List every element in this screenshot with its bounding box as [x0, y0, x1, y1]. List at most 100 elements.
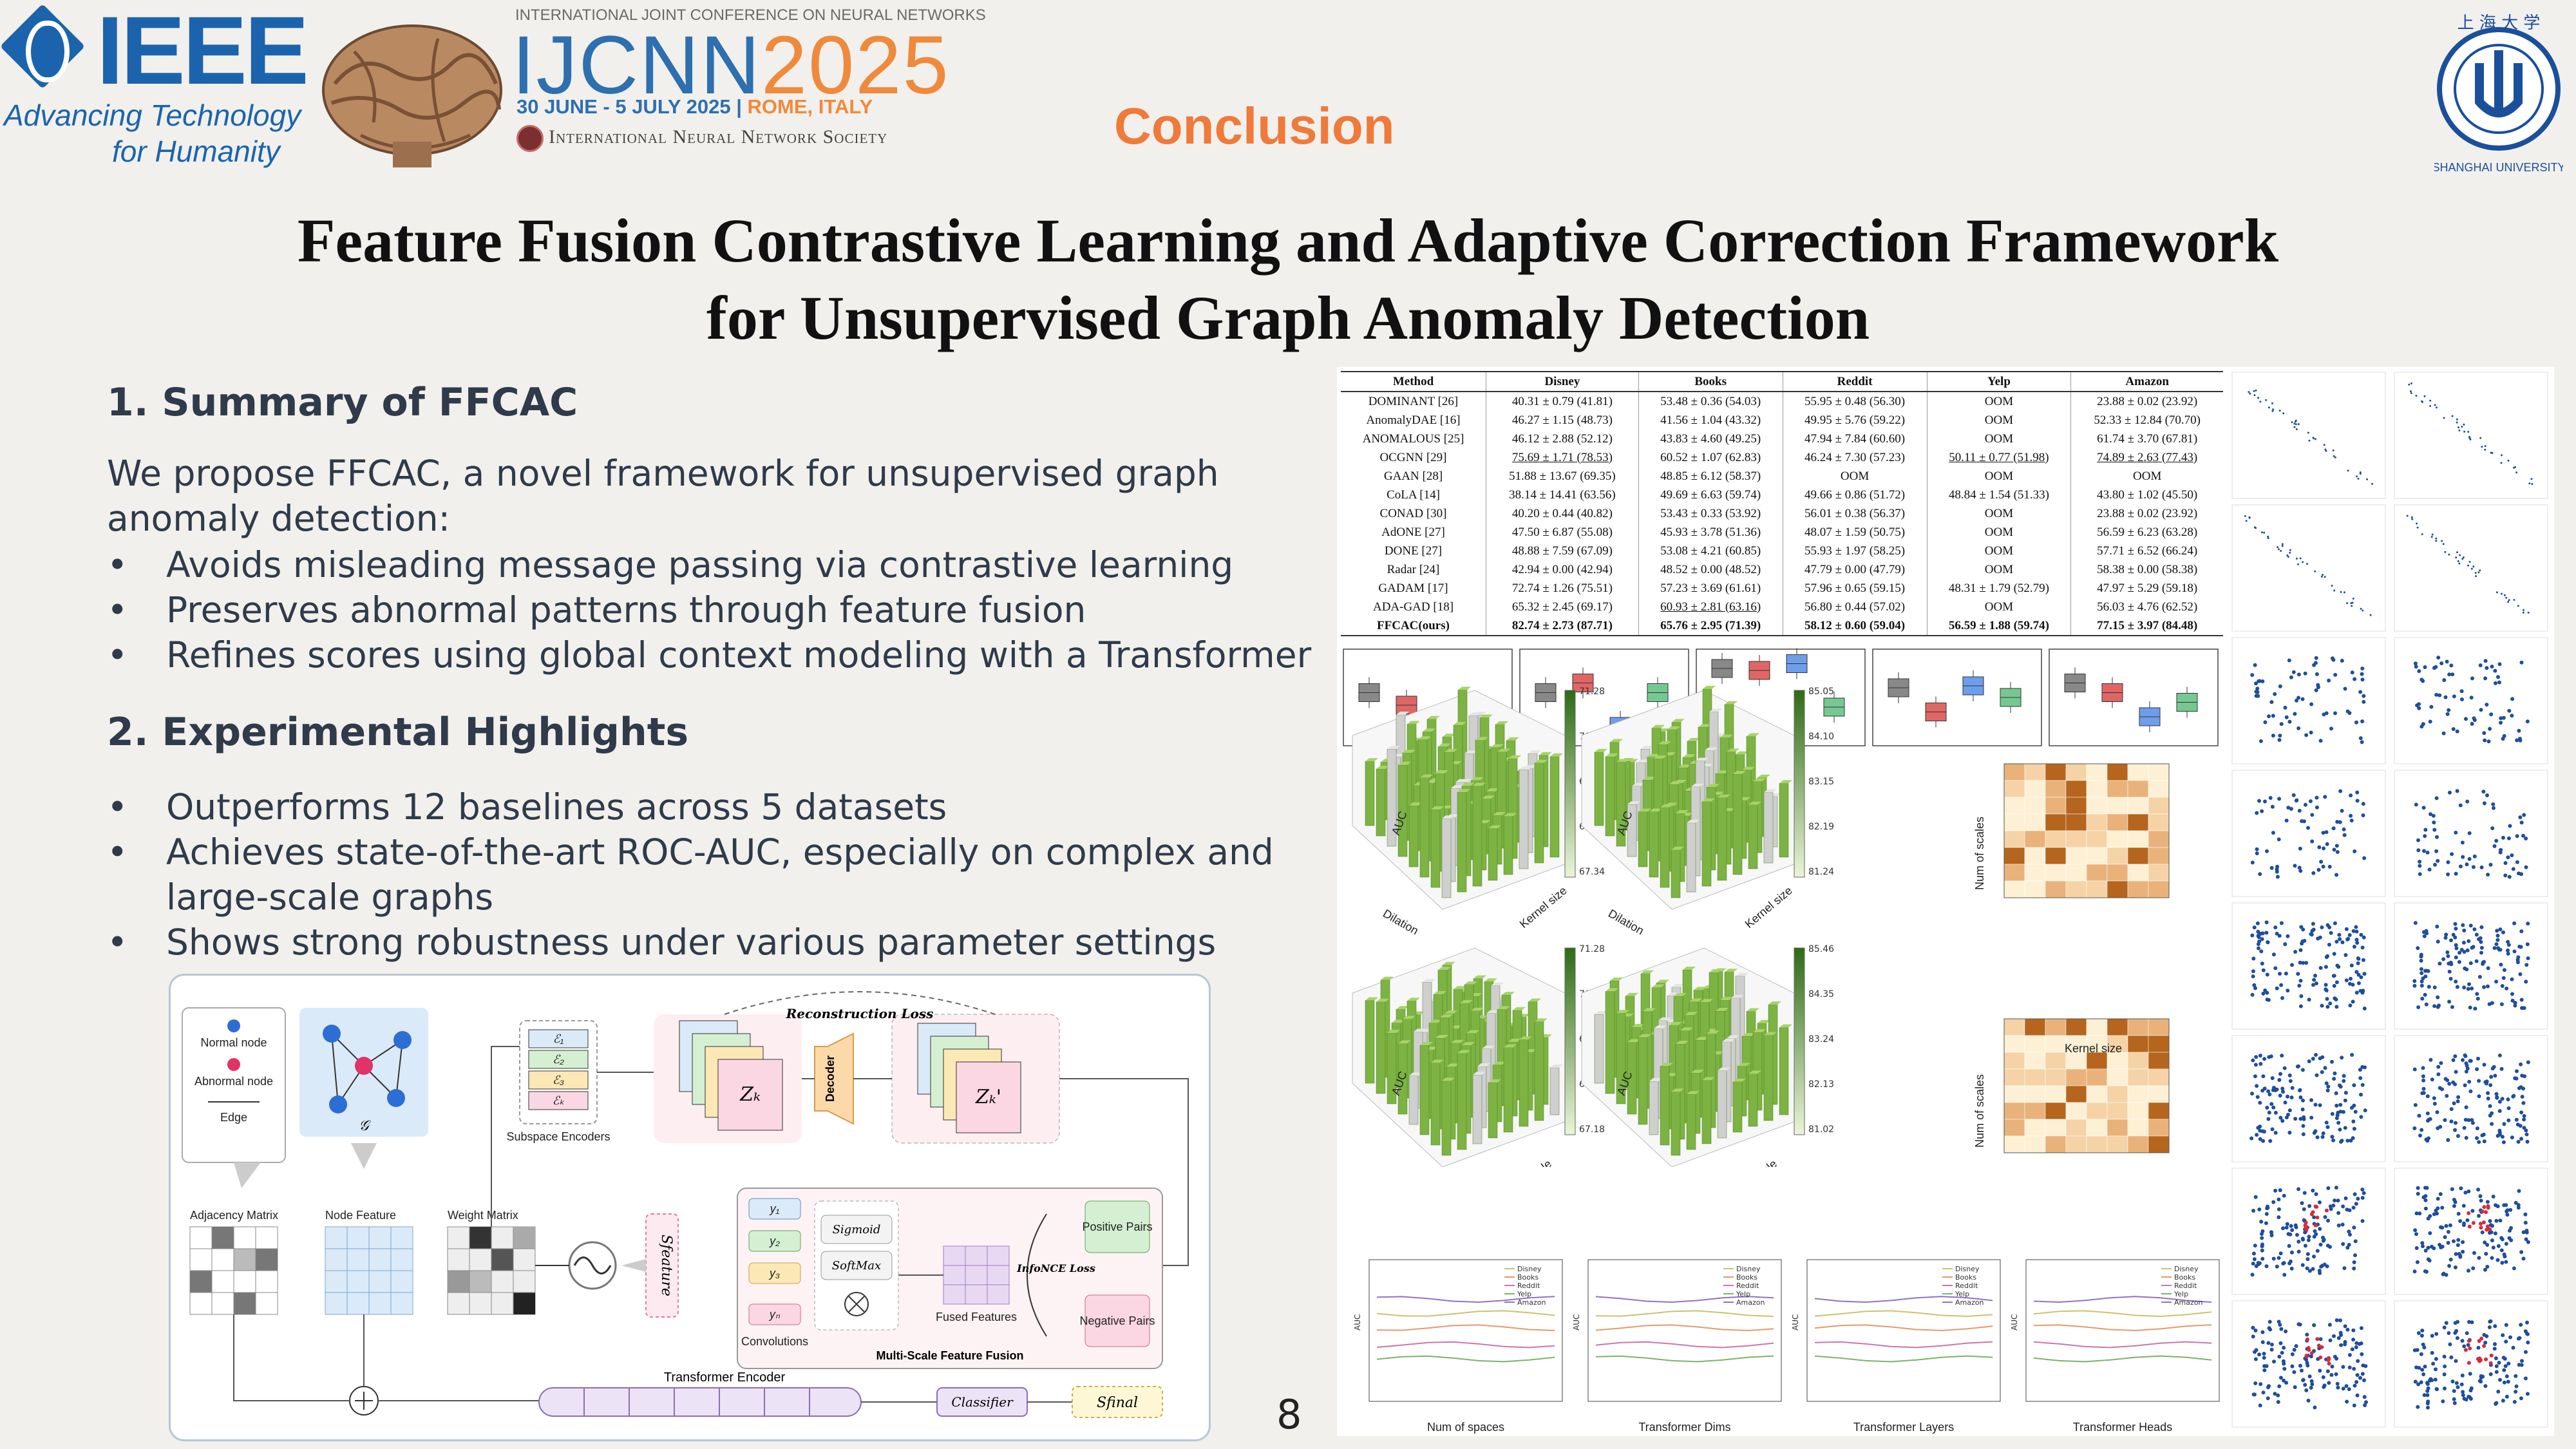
tsne-point [2447, 999, 2452, 1004]
tsne-point [2298, 1088, 2302, 1093]
tsne-point [2416, 1186, 2420, 1190]
tsne-point [2256, 942, 2260, 946]
table-cell: 60.52 ± 1.07 (62.83) [1638, 448, 1783, 467]
tsne-point [2334, 1005, 2339, 1009]
tsne-point [2456, 1238, 2461, 1242]
tsne-point [2249, 1136, 2254, 1141]
tsne-point [2325, 1125, 2330, 1130]
tsne-point [2447, 1081, 2452, 1086]
tsne-point [2260, 931, 2265, 936]
tsne-point [2494, 1356, 2498, 1361]
tsne-point [2321, 1238, 2325, 1243]
table-row: Radar [24] 42.94 ± 0.00 (42.94) 48.52 ± 0.… [1341, 560, 2223, 579]
tsne-point [2412, 1269, 2417, 1274]
tsne-point [2454, 830, 2458, 835]
heatmap-cell [2086, 1068, 2108, 1086]
tsne-point [2442, 1372, 2447, 1377]
table-cell: GADAM [17] [1341, 579, 1487, 598]
tsne-point [2344, 1090, 2348, 1095]
tsne-point [2302, 1191, 2307, 1195]
tsne-point [2416, 1331, 2421, 1335]
fused-features-grid [943, 1245, 1010, 1305]
tsne-point [2513, 466, 2515, 469]
tsne-point [2335, 963, 2340, 968]
bar3d-bar [1430, 809, 1441, 888]
tsne-point [2339, 1343, 2344, 1347]
tsne-point [2356, 972, 2361, 977]
legend-entry: Disney [1517, 1265, 1542, 1273]
tsne-point [2499, 721, 2503, 725]
bar3d-bar [1430, 1063, 1441, 1146]
tsne-point [2358, 989, 2363, 993]
tsne-point [2359, 1115, 2363, 1119]
tsne-point [2269, 700, 2274, 705]
tsne-anomaly-point [2471, 1221, 2476, 1225]
tsne-point [2273, 1188, 2278, 1193]
tsne-point [2354, 1345, 2358, 1349]
heatmap-cell [2003, 1035, 2025, 1053]
tsne-point [2497, 1053, 2502, 1057]
heatmap-cell [2024, 780, 2046, 798]
tsne-point [2349, 793, 2353, 798]
table-cell: 57.71 ± 6.52 (66.24) [2097, 544, 2198, 558]
tsne-point [2347, 469, 2349, 472]
heatmap-cell [2127, 880, 2149, 898]
tsne-point [2477, 974, 2482, 979]
tsne-point [2501, 454, 2503, 457]
tsne-point [2497, 680, 2501, 685]
tsne-point [2501, 1140, 2506, 1144]
table-header-cell: Amazon [2070, 371, 2223, 392]
tsne-point [2303, 1244, 2307, 1248]
tsne-point [2330, 1135, 2334, 1139]
tsne-point [2483, 659, 2488, 663]
table-cell: 55.95 ± 0.48 (56.30) [1783, 392, 1927, 411]
tsne-point [2519, 1250, 2524, 1255]
tsne-frame [2231, 372, 2386, 499]
tsne-point [2412, 1126, 2417, 1130]
ieee-tagline-2: for Humanity [112, 135, 280, 168]
tsne-point [2462, 928, 2467, 933]
convolutions-label: Convolutions [741, 1335, 808, 1348]
legend-entry: Yelp [1955, 1290, 1969, 1298]
tsne-point [2518, 972, 2523, 976]
tsne-point [2452, 1397, 2456, 1401]
table-cell: 48.84 ± 1.54 (51.33) [1927, 486, 2072, 504]
tsne-point [2270, 804, 2275, 809]
tsne-point [2313, 661, 2318, 665]
tsne-point [2352, 1260, 2356, 1264]
tsne-point [2324, 576, 2326, 578]
tsne-point [2449, 663, 2454, 668]
bar3d-bar [1534, 1021, 1544, 1121]
tsne-point [2494, 681, 2497, 685]
tsne-point [2271, 734, 2275, 738]
tsne-point [2470, 676, 2474, 681]
tsne-point [2311, 1057, 2315, 1061]
summary-bullet-3: Refines scores using global context mode… [166, 634, 1312, 676]
tsne-point [2492, 946, 2497, 951]
tsne-point [2493, 1231, 2497, 1236]
tsne-point [2275, 931, 2279, 936]
tsne-point [2317, 1200, 2322, 1204]
tsne-point [2506, 836, 2511, 840]
tsne-point [2297, 983, 2302, 988]
tsne-point [2522, 1113, 2526, 1118]
tsne-point [2306, 1238, 2311, 1242]
tsne-point [2363, 1364, 2368, 1368]
tsne-point [2252, 1257, 2257, 1262]
tsne-point [2257, 679, 2261, 683]
tsne-point [2406, 515, 2409, 517]
tsne-point [2332, 1334, 2336, 1338]
tsne-point [2281, 1226, 2285, 1231]
tsne-point [2465, 862, 2469, 867]
tsne-point [2261, 968, 2266, 972]
tsne-point [2457, 560, 2459, 562]
tsne-point [2422, 1393, 2427, 1397]
subspace-encoders-label: Subspace Encoders [506, 1130, 610, 1143]
tsne-point [2268, 406, 2270, 409]
tsne-point [2466, 987, 2470, 991]
tsne-point [2410, 382, 2412, 384]
tsne-point [2298, 869, 2303, 873]
tsne-point [2344, 1384, 2349, 1388]
tsne-point [2477, 1140, 2481, 1144]
tsne-point [2476, 1188, 2481, 1192]
